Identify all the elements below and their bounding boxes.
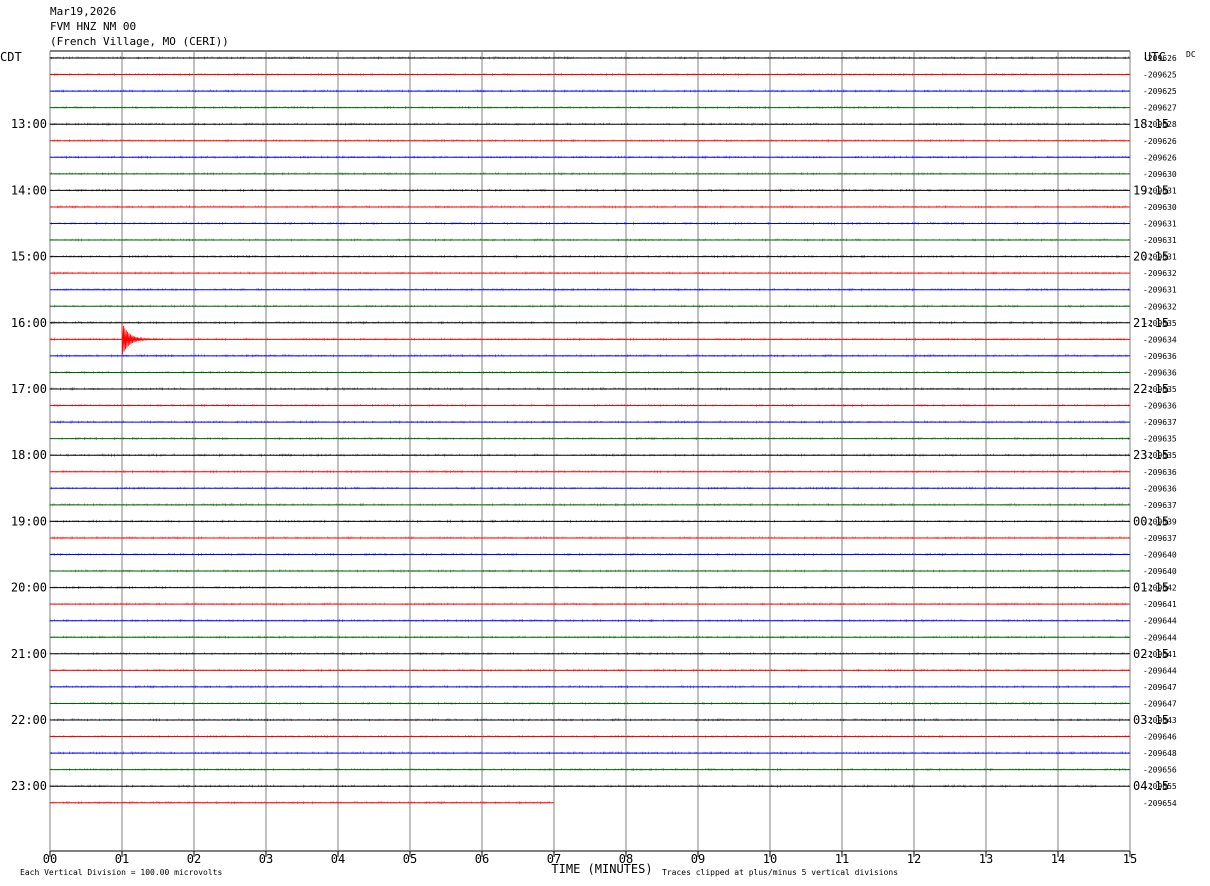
dc-offset-label: -209636: [1143, 468, 1177, 477]
dc-offset-label: -209632: [1143, 269, 1177, 278]
dc-offset-label: -209627: [1143, 104, 1177, 113]
x-tick-label: 09: [691, 852, 705, 866]
dc-offset-label: -209647: [1143, 683, 1177, 692]
hour-label-left: 18:00: [11, 448, 47, 462]
dc-offset-label: -209625: [1143, 71, 1177, 80]
x-tick-label: 04: [331, 852, 345, 866]
dc-header-label: DC: [1186, 50, 1196, 59]
dc-offset-label: -209636: [1143, 484, 1177, 493]
footer-clip-note: Traces clipped at plus/minus 5 vertical …: [662, 868, 898, 877]
dc-offset-label: -209631: [1143, 220, 1177, 229]
dc-offset-label: -209644: [1143, 633, 1177, 642]
dc-offset-label: -209630: [1143, 203, 1177, 212]
x-tick-label: 13: [979, 852, 993, 866]
x-tick-label: 05: [403, 852, 417, 866]
hour-label-right: 00:15: [1133, 514, 1169, 528]
x-tick-label: 03: [259, 852, 273, 866]
x-tick-label: 01: [115, 852, 129, 866]
dc-offset-label: -209648: [1143, 749, 1177, 758]
hour-label-left: 15:00: [11, 250, 47, 264]
hour-label-right: 22:15: [1133, 382, 1169, 396]
x-tick-label: 10: [763, 852, 777, 866]
dc-offset-label: -209626: [1143, 153, 1177, 162]
dc-offset-label: -209626: [1143, 137, 1177, 146]
x-tick-label: 06: [475, 852, 489, 866]
dc-offset-label: -209630: [1143, 170, 1177, 179]
footer-scale-note: Each Vertical Division = 100.00 microvol…: [20, 868, 222, 877]
hour-label-left: 19:00: [11, 514, 47, 528]
x-tick-label: 15: [1123, 852, 1137, 866]
dc-offset-label: -209637: [1143, 501, 1177, 510]
seismogram-plot: -209626-209625-209625-209627-209628-2096…: [0, 50, 1196, 877]
dc-offset-label: -209631: [1143, 286, 1177, 295]
hour-label-left: 22:00: [11, 713, 47, 727]
hour-label-left: 13:00: [11, 117, 47, 131]
dc-offset-label: -209656: [1143, 766, 1177, 775]
timezone-right-label: UTC: [1144, 50, 1166, 64]
dc-offset-label: -209637: [1143, 418, 1177, 427]
hour-label-right: 23:15: [1133, 448, 1169, 462]
dc-offset-label: -209636: [1143, 402, 1177, 411]
hour-label-right: 03:15: [1133, 713, 1169, 727]
hour-label-right: 04:15: [1133, 779, 1169, 793]
dc-offset-label: -209632: [1143, 302, 1177, 311]
dc-offset-label: -209644: [1143, 617, 1177, 626]
dc-offset-label: -209640: [1143, 567, 1177, 576]
trace-group: [49, 56, 1130, 805]
hour-label-left: 17:00: [11, 382, 47, 396]
dc-offset-label: -209654: [1143, 799, 1177, 808]
x-axis-title: TIME (MINUTES): [551, 862, 652, 876]
hour-label-right: 02:15: [1133, 647, 1169, 661]
dc-offset-label: -209641: [1143, 600, 1177, 609]
dc-offset-label: -209636: [1143, 368, 1177, 377]
dc-offset-label: -209636: [1143, 352, 1177, 361]
dc-offset-label: -209640: [1143, 551, 1177, 560]
dc-offset-label: -209631: [1143, 236, 1177, 245]
hour-label-right: 01:15: [1133, 581, 1169, 595]
hour-label-right: 21:15: [1133, 316, 1169, 330]
x-tick-label: 00: [43, 852, 57, 866]
hour-label-right: 18:15: [1133, 117, 1169, 131]
timezone-left-label: CDT: [0, 50, 22, 64]
hour-label-right: 19:15: [1133, 183, 1169, 197]
hour-label-left: 14:00: [11, 183, 47, 197]
dc-offset-label: -209646: [1143, 733, 1177, 742]
hour-label-left: 20:00: [11, 581, 47, 595]
x-tick-label: 02: [187, 852, 201, 866]
x-tick-label: 14: [1051, 852, 1065, 866]
x-tick-label: 12: [907, 852, 921, 866]
dc-offset-label: -209647: [1143, 699, 1177, 708]
dc-offset-label: -209625: [1143, 87, 1177, 96]
dc-offset-label: -209644: [1143, 666, 1177, 675]
x-tick-label: 11: [835, 852, 849, 866]
dc-offset-label: -209637: [1143, 534, 1177, 543]
hour-label-left: 16:00: [11, 316, 47, 330]
dc-offset-label: -209634: [1143, 335, 1177, 344]
seismic-event: [121, 322, 164, 355]
hour-label-left: 23:00: [11, 779, 47, 793]
dc-offset-label: -209635: [1143, 435, 1177, 444]
hour-label-right: 20:15: [1133, 250, 1169, 264]
hour-label-left: 21:00: [11, 647, 47, 661]
